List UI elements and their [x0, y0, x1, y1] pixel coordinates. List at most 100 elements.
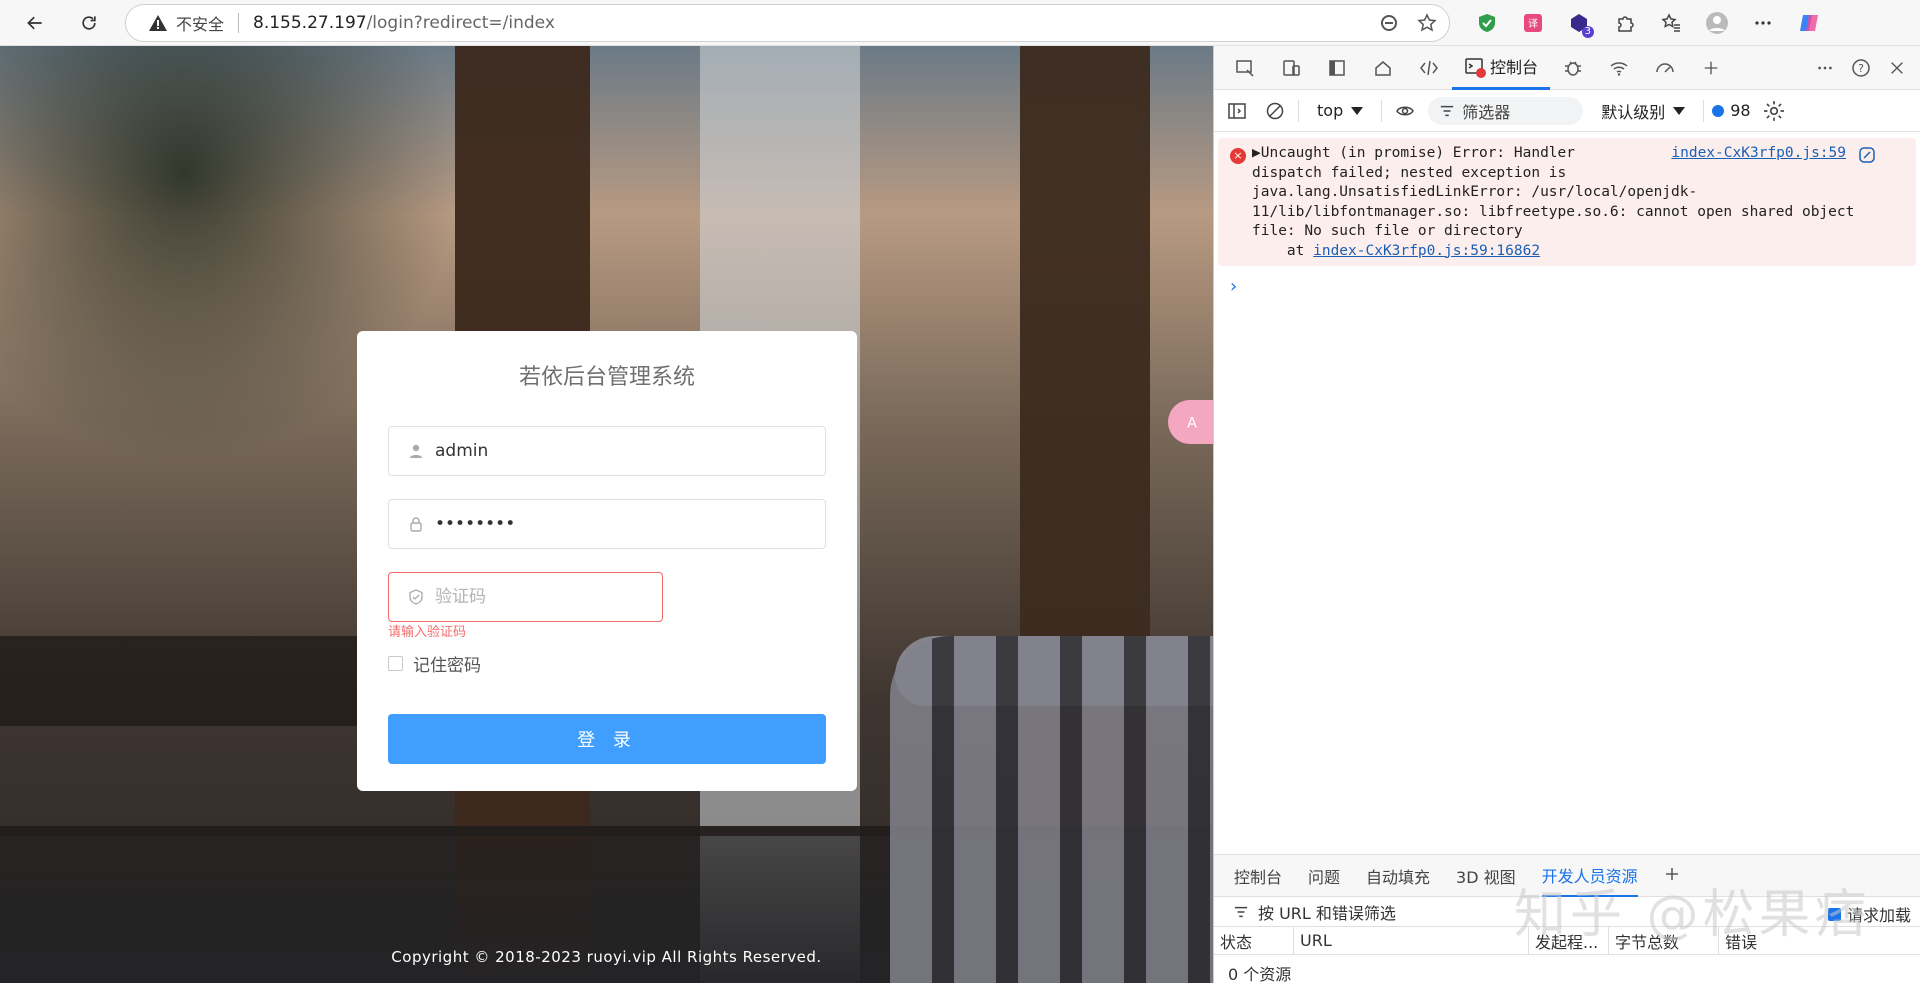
- help-icon: ?: [1852, 58, 1870, 77]
- drawer-tab-autofill[interactable]: 自动填充: [1366, 864, 1430, 888]
- username-input[interactable]: [435, 441, 795, 461]
- drawer-tab-developer-resources[interactable]: 开发人员资源: [1541, 855, 1638, 897]
- tab-welcome[interactable]: [1360, 46, 1406, 90]
- column-url[interactable]: URL: [1294, 927, 1529, 954]
- drawer-tab-3d-view[interactable]: 3D 视图: [1456, 864, 1516, 888]
- log-level-selector[interactable]: 默认级别: [1591, 99, 1695, 123]
- read-aloud-icon[interactable]: [1377, 11, 1401, 35]
- tab-elements[interactable]: [1406, 46, 1452, 90]
- lock-icon: [407, 515, 425, 533]
- code-icon: [1420, 60, 1438, 75]
- arrow-left-icon: [27, 16, 42, 30]
- tab-network[interactable]: [1596, 46, 1642, 90]
- shield-extension-icon[interactable]: [1470, 6, 1504, 40]
- eye-icon: [1396, 106, 1415, 115]
- load-option-checkbox[interactable]: [1827, 907, 1841, 921]
- column-status[interactable]: 状态: [1214, 927, 1294, 954]
- resource-filter-input[interactable]: 按 URL 和错误筛选: [1258, 900, 1396, 924]
- drawer-add-tab-icon[interactable]: [1664, 866, 1680, 886]
- captcha-field[interactable]: [388, 572, 663, 622]
- error-line: file: No such file or directory: [1252, 223, 1523, 239]
- background-chair: [890, 636, 1213, 983]
- clear-console-button[interactable]: [1260, 96, 1290, 126]
- favorites-icon[interactable]: [1654, 6, 1688, 40]
- filter-icon: [1441, 105, 1454, 116]
- captcha-error-message: 请输入验证码: [388, 625, 467, 640]
- error-source-link[interactable]: index-CxK3rfp0.js:59: [1671, 144, 1846, 164]
- device-emulation-button[interactable]: [1268, 46, 1314, 90]
- console-prompt[interactable]: ›: [1230, 276, 1920, 297]
- tab-performance[interactable]: [1642, 46, 1688, 90]
- reload-button[interactable]: [72, 6, 106, 40]
- remember-checkbox[interactable]: [388, 656, 403, 671]
- load-option[interactable]: 请求加载: [1827, 902, 1911, 926]
- console-error-message[interactable]: × index-CxK3rfp0.js:59 ▶Uncaught (in pro…: [1218, 138, 1916, 266]
- drawer-tab-console[interactable]: 控制台: [1234, 864, 1282, 888]
- message-count[interactable]: 98: [1712, 101, 1751, 120]
- captcha-input[interactable]: [435, 587, 635, 607]
- drawer-tab-issues[interactable]: 问题: [1308, 864, 1340, 888]
- password-field[interactable]: [388, 499, 826, 549]
- context-selector[interactable]: top: [1307, 101, 1373, 120]
- plus-icon: [1704, 61, 1718, 74]
- console-filter[interactable]: 筛选器: [1428, 96, 1584, 125]
- cube-extension-icon[interactable]: 3: [1562, 6, 1596, 40]
- dock-side-button[interactable]: [1314, 46, 1360, 90]
- favorite-star-icon[interactable]: [1415, 11, 1439, 35]
- context-value: top: [1317, 101, 1344, 120]
- puzzle-extension-icon[interactable]: [1608, 6, 1642, 40]
- tab-sources[interactable]: [1550, 46, 1596, 90]
- remember-password[interactable]: 记住密码: [388, 651, 481, 676]
- console-toolbar: top 筛选器 默认级别 98: [1214, 90, 1920, 132]
- translate-extension-icon[interactable]: 译: [1516, 6, 1550, 40]
- devtools-help-button[interactable]: ?: [1846, 46, 1876, 90]
- home-icon: [1375, 60, 1391, 76]
- close-icon: [1891, 61, 1903, 74]
- copyright-text: Copyright © 2018-2023 ruoyi.vip All Righ…: [391, 948, 822, 966]
- refresh-icon: [82, 16, 96, 30]
- profile-avatar-icon[interactable]: [1700, 6, 1734, 40]
- clear-icon: [1266, 102, 1284, 119]
- toolbar-divider: [1298, 99, 1299, 122]
- gear-icon: [1763, 100, 1784, 121]
- copilot-icon[interactable]: [1792, 6, 1826, 40]
- username-field[interactable]: [388, 426, 826, 476]
- password-input[interactable]: [435, 514, 795, 534]
- add-tab-button[interactable]: [1688, 46, 1734, 90]
- message-bubble-icon: [1712, 104, 1725, 117]
- wifi-icon: [1610, 61, 1628, 76]
- page-translate-icon[interactable]: A: [1168, 400, 1213, 444]
- inspect-element-button[interactable]: [1222, 46, 1268, 90]
- live-expression-button[interactable]: [1390, 96, 1420, 126]
- user-icon: [407, 442, 425, 460]
- copilot-explain-icon[interactable]: [1858, 146, 1876, 164]
- tab-console[interactable]: 控制台: [1452, 46, 1551, 90]
- insecure-label[interactable]: 不安全: [176, 11, 224, 35]
- devtools-more-button[interactable]: [1810, 46, 1840, 90]
- address-bar[interactable]: 不安全 8.155.27.197/login?redirect=/index: [125, 4, 1450, 42]
- more-menu-icon[interactable]: [1746, 6, 1780, 40]
- console-settings-button[interactable]: [1759, 96, 1789, 126]
- back-button[interactable]: [18, 6, 52, 40]
- login-button[interactable]: 登 录: [388, 714, 826, 764]
- filter-label: 筛选器: [1462, 102, 1511, 122]
- console-sidebar-button[interactable]: [1222, 96, 1252, 126]
- url-host: 8.155.27.197: [253, 13, 367, 33]
- url-text[interactable]: 8.155.27.197/login?redirect=/index: [253, 13, 555, 33]
- warning-icon: [148, 13, 168, 33]
- column-total-bytes[interactable]: 字节总数: [1609, 927, 1719, 954]
- load-option-label: 请求加载: [1846, 906, 1911, 925]
- error-indicator: [1476, 67, 1486, 78]
- resource-count: 0 个资源: [1228, 965, 1292, 984]
- stack-trace-link[interactable]: index-CxK3rfp0.js:59:16862: [1313, 243, 1540, 259]
- column-error[interactable]: 错误: [1719, 927, 1919, 954]
- filter-icon: [1234, 906, 1248, 917]
- resource-filter-bar[interactable]: 按 URL 和错误筛选 请求加载: [1214, 897, 1920, 927]
- column-initiator[interactable]: 发起程...: [1529, 927, 1609, 954]
- remember-label[interactable]: 记住密码: [413, 651, 481, 676]
- browser-toolbar: 不安全 8.155.27.197/login?redirect=/index 译…: [0, 0, 1920, 46]
- devtools-close-button[interactable]: [1882, 46, 1912, 90]
- sidebar-toggle-icon: [1228, 102, 1246, 119]
- toolbar-divider: [1381, 99, 1383, 122]
- device-icon: [1283, 59, 1300, 76]
